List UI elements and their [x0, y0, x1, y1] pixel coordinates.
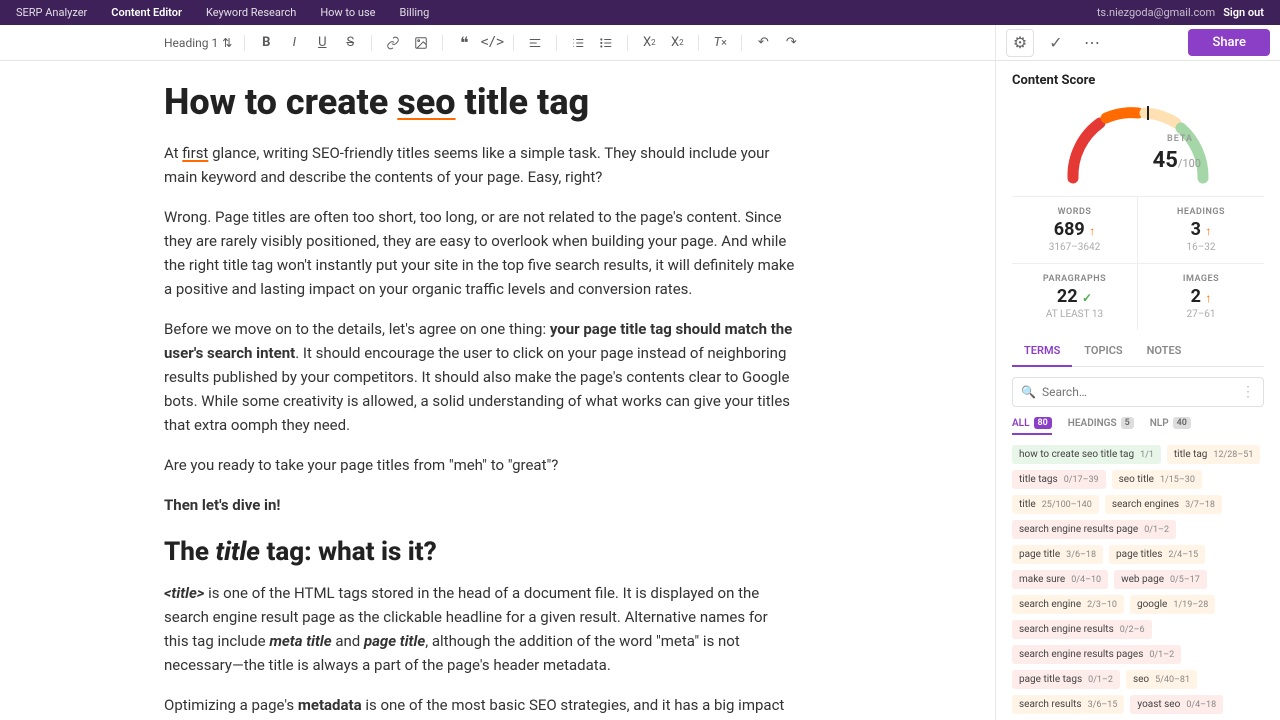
stat-words: WORDS689 ↑3167–3642: [1012, 197, 1138, 264]
align-button[interactable]: [526, 34, 544, 52]
nav-content-editor[interactable]: Content Editor: [111, 6, 182, 19]
term-chip[interactable]: how to create seo title tag1/1: [1012, 445, 1161, 464]
filter-all[interactable]: ALL 80: [1012, 417, 1052, 435]
ordered-list-button[interactable]: [569, 34, 587, 52]
paragraph: At first glance, writing SEO-friendly ti…: [164, 141, 795, 189]
beta-label: BETA: [1167, 134, 1193, 144]
term-chip[interactable]: seo5/40–81: [1126, 670, 1197, 689]
article-h2: The title tag: what is it?: [164, 537, 795, 567]
paragraph: Optimizing a page's metadata is one of t…: [164, 693, 795, 720]
stat-images: IMAGES2 ↑27–61: [1138, 264, 1264, 330]
term-chip[interactable]: google1/19–28: [1130, 595, 1215, 614]
term-chip[interactable]: search engine2/3–10: [1012, 595, 1124, 614]
term-chip[interactable]: page title3/6–18: [1012, 545, 1103, 564]
term-chip[interactable]: title25/100–140: [1012, 495, 1099, 514]
image-button[interactable]: [412, 34, 430, 52]
gear-icon: ⚙: [1013, 33, 1027, 52]
tab-topics[interactable]: TOPICS: [1072, 336, 1134, 366]
score-gauge: BETA 45/100: [1053, 98, 1223, 188]
quote-button[interactable]: ❝: [455, 34, 473, 52]
term-chip[interactable]: yoast seo0/4–18: [1130, 695, 1223, 714]
terms-search[interactable]: 🔍 ⋮: [1012, 377, 1264, 407]
filter-nlp[interactable]: NLP 40: [1150, 417, 1191, 429]
settings-button[interactable]: ⚙: [1006, 29, 1034, 57]
stat-headings: HEADINGS3 ↑16–32: [1138, 197, 1264, 264]
search-icon: 🔍: [1021, 385, 1036, 399]
undo-button[interactable]: ↶: [754, 34, 772, 52]
term-chip[interactable]: page title tags0/1–2: [1012, 670, 1120, 689]
content-score-title: Content Score: [1012, 73, 1264, 88]
nav-howto[interactable]: How to use: [320, 6, 375, 19]
bold-button[interactable]: B: [257, 34, 275, 52]
term-chip[interactable]: web page0/5–17: [1114, 570, 1207, 589]
clear-format-button[interactable]: T×: [711, 34, 729, 52]
format-dropdown[interactable]: Heading 1 ⇅: [164, 36, 232, 50]
tab-terms[interactable]: TERMS: [1012, 336, 1072, 367]
paragraph: Before we move on to the details, let's …: [164, 317, 795, 437]
paragraph: Wrong. Page titles are often too short, …: [164, 205, 795, 301]
check-button[interactable]: ✓: [1042, 29, 1070, 57]
term-chip[interactable]: page titles2/4–15: [1109, 545, 1205, 564]
share-button[interactable]: Share: [1188, 29, 1270, 56]
tab-notes[interactable]: NOTES: [1135, 336, 1194, 366]
term-chip[interactable]: seo title1/15–30: [1112, 470, 1202, 489]
nav-billing[interactable]: Billing: [400, 6, 430, 19]
sidebar: ⚙ ✓ ⋯ Share Content Score BETA 45/100 WO…: [995, 25, 1280, 720]
stat-paragraphs: PARAGRAPHS22 ✓AT LEAST 13: [1012, 264, 1138, 330]
nav-keyword[interactable]: Keyword Research: [206, 6, 296, 19]
check-circle-icon: ✓: [1049, 33, 1062, 52]
chevron-up-down-icon: ⇅: [222, 36, 232, 50]
paragraph: Then let's dive in!: [164, 493, 795, 517]
unordered-list-button[interactable]: [597, 34, 615, 52]
score-value: 45/100: [1153, 148, 1201, 173]
term-chip[interactable]: title tags0/17–39: [1012, 470, 1106, 489]
filter-headings[interactable]: HEADINGS 5: [1068, 417, 1134, 429]
code-button[interactable]: </>: [483, 34, 501, 52]
subscript-button[interactable]: X2: [640, 34, 658, 52]
redo-button[interactable]: ↷: [782, 34, 800, 52]
term-chip[interactable]: search results3/6–15: [1012, 695, 1124, 714]
search-options-icon[interactable]: ⋮: [1241, 384, 1255, 400]
italic-button[interactable]: I: [285, 34, 303, 52]
underline-button[interactable]: U: [313, 34, 331, 52]
term-chip[interactable]: search engine results0/2–6: [1012, 620, 1152, 639]
term-chip[interactable]: search engine results page0/1–2: [1012, 520, 1176, 539]
paragraph: Are you ready to take your page titles f…: [164, 453, 795, 477]
term-chip[interactable]: title tag12/28–51: [1167, 445, 1260, 464]
editor-content[interactable]: How to create seo title tag At first gla…: [0, 61, 995, 720]
term-chip[interactable]: search engine results pages0/1–2: [1012, 645, 1181, 664]
editor-toolbar: Heading 1 ⇅ B I U S ❝ </> X2 X2 T× ↶ ↷: [0, 25, 995, 61]
article-h1: How to create seo title tag: [164, 81, 795, 123]
more-button[interactable]: ⋯: [1078, 29, 1106, 57]
link-button[interactable]: [384, 34, 402, 52]
search-input[interactable]: [1042, 385, 1235, 399]
term-chip[interactable]: make sure0/4–10: [1012, 570, 1108, 589]
sign-out-link[interactable]: Sign out: [1223, 6, 1264, 19]
term-chip[interactable]: search engines3/7–18: [1105, 495, 1222, 514]
strike-button[interactable]: S: [341, 34, 359, 52]
paragraph: <title> is one of the HTML tags stored i…: [164, 581, 795, 677]
dots-icon: ⋯: [1084, 33, 1100, 52]
nav-serp[interactable]: SERP Analyzer: [16, 6, 87, 19]
top-navbar: SERP Analyzer Content Editor Keyword Res…: [0, 0, 1280, 25]
user-email: ts.niezgoda@gmail.com: [1097, 6, 1215, 19]
superscript-button[interactable]: X2: [668, 34, 686, 52]
